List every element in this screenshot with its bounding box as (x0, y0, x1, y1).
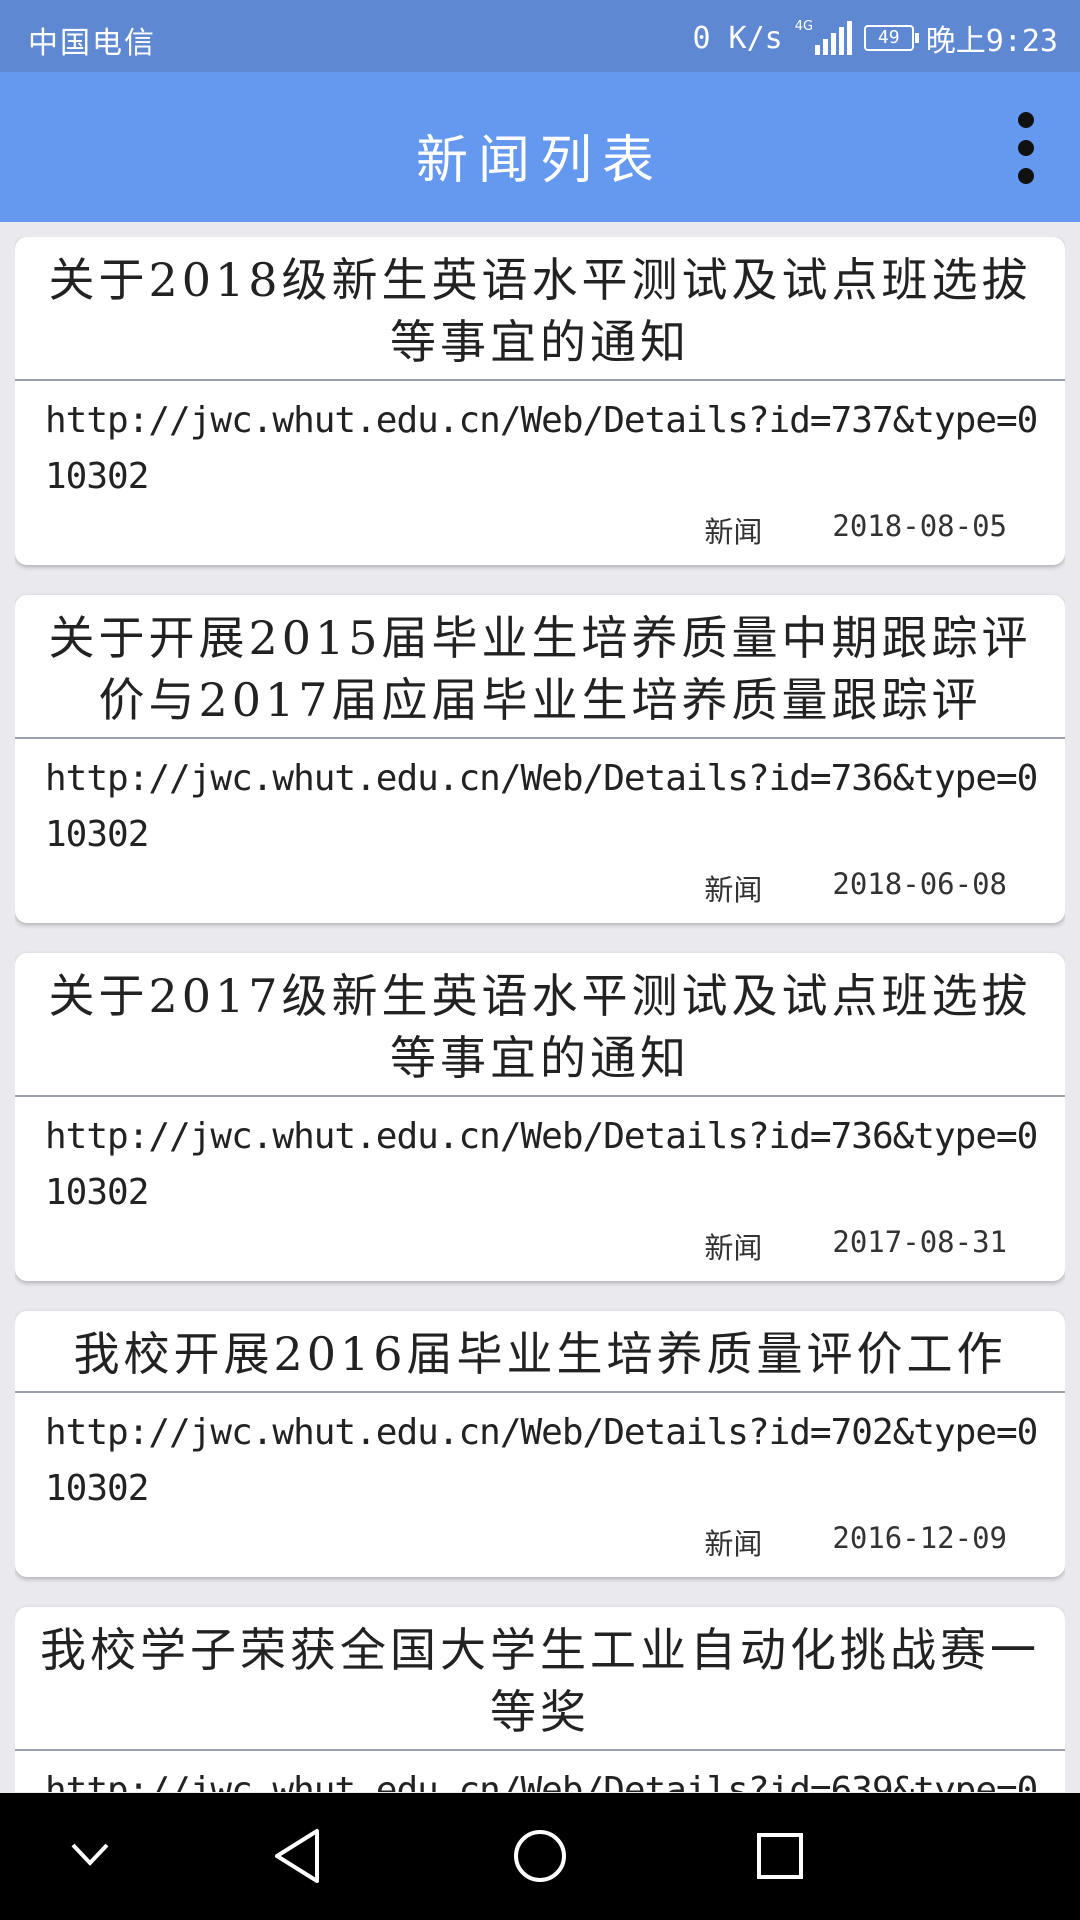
net-speed: 0 K/s (692, 20, 783, 56)
news-meta: 新闻 2016-12-09 (15, 1517, 1065, 1577)
news-category: 新闻 (704, 1527, 763, 1561)
collapse-icon[interactable] (55, 1823, 125, 1889)
battery-icon: 49 (863, 25, 919, 51)
news-url: http://jwc.whut.edu.cn/Web/Details?id=73… (45, 400, 1038, 497)
signal-icon: 4G (794, 19, 852, 55)
news-card[interactable]: 关于开展2015届毕业生培养质量中期跟踪评价与2017届应届毕业生培养质量跟踪评… (15, 595, 1065, 923)
news-url: http://jwc.whut.edu.cn/Web/Details?id=63… (45, 1770, 1038, 1792)
news-card[interactable]: 我校开展2016届毕业生培养质量评价工作 http://jwc.whut.edu… (15, 1311, 1065, 1577)
news-url: http://jwc.whut.edu.cn/Web/Details?id=73… (45, 758, 1038, 855)
clock: 晚上9:23 (925, 24, 1058, 59)
news-meta: 新闻 2018-06-08 (15, 863, 1065, 923)
home-icon[interactable] (505, 1823, 575, 1889)
news-date: 2017-08-31 (832, 1225, 1007, 1259)
news-url: http://jwc.whut.edu.cn/Web/Details?id=73… (45, 1116, 1038, 1213)
news-title: 关于2018级新生英语水平测试及试点班选拔等事宜的通知 (48, 253, 1032, 369)
news-list[interactable]: 关于2018级新生英语水平测试及试点班选拔等事宜的通知 http://jwc.w… (15, 237, 1065, 1792)
news-title: 关于开展2015届毕业生培养质量中期跟踪评价与2017届应届毕业生培养质量跟踪评 (48, 611, 1032, 727)
news-date: 2018-08-05 (832, 509, 1007, 543)
news-category: 新闻 (704, 1231, 763, 1265)
page-title: 新闻列表 (415, 131, 664, 191)
network-type: 4G (794, 19, 814, 34)
news-card[interactable]: 关于2018级新生英语水平测试及试点班选拔等事宜的通知 http://jwc.w… (15, 237, 1065, 565)
news-category: 新闻 (704, 873, 763, 907)
status-indicators: 0 K/s 4G 49 晚上9:23 (692, 16, 1058, 60)
recents-icon[interactable] (745, 1823, 815, 1889)
carrier-label: 中国电信 (28, 26, 156, 61)
news-title: 我校开展2016届毕业生培养质量评价工作 (73, 1327, 1007, 1381)
news-card[interactable]: 我校学子荣获全国大学生工业自动化挑战赛一等奖 http://jwc.whut.e… (15, 1607, 1065, 1792)
news-meta: 新闻 2017-08-31 (15, 1221, 1065, 1281)
news-url: http://jwc.whut.edu.cn/Web/Details?id=70… (45, 1412, 1038, 1509)
back-icon[interactable] (265, 1823, 335, 1889)
status-bar: 中国电信 0 K/s 4G 49 晚上9:23 (0, 0, 1080, 72)
news-category: 新闻 (704, 515, 763, 549)
app-bar: 新闻列表 (0, 72, 1080, 222)
navigation-bar (0, 1793, 1080, 1920)
news-date: 2018-06-08 (832, 867, 1007, 901)
news-meta: 新闻 2018-08-05 (15, 505, 1065, 565)
news-card[interactable]: 关于2017级新生英语水平测试及试点班选拔等事宜的通知 http://jwc.w… (15, 953, 1065, 1281)
more-vert-icon[interactable] (1014, 112, 1038, 184)
news-title: 关于2017级新生英语水平测试及试点班选拔等事宜的通知 (48, 969, 1032, 1085)
news-title: 我校学子荣获全国大学生工业自动化挑战赛一等奖 (40, 1623, 1040, 1739)
news-date: 2016-12-09 (832, 1521, 1007, 1555)
